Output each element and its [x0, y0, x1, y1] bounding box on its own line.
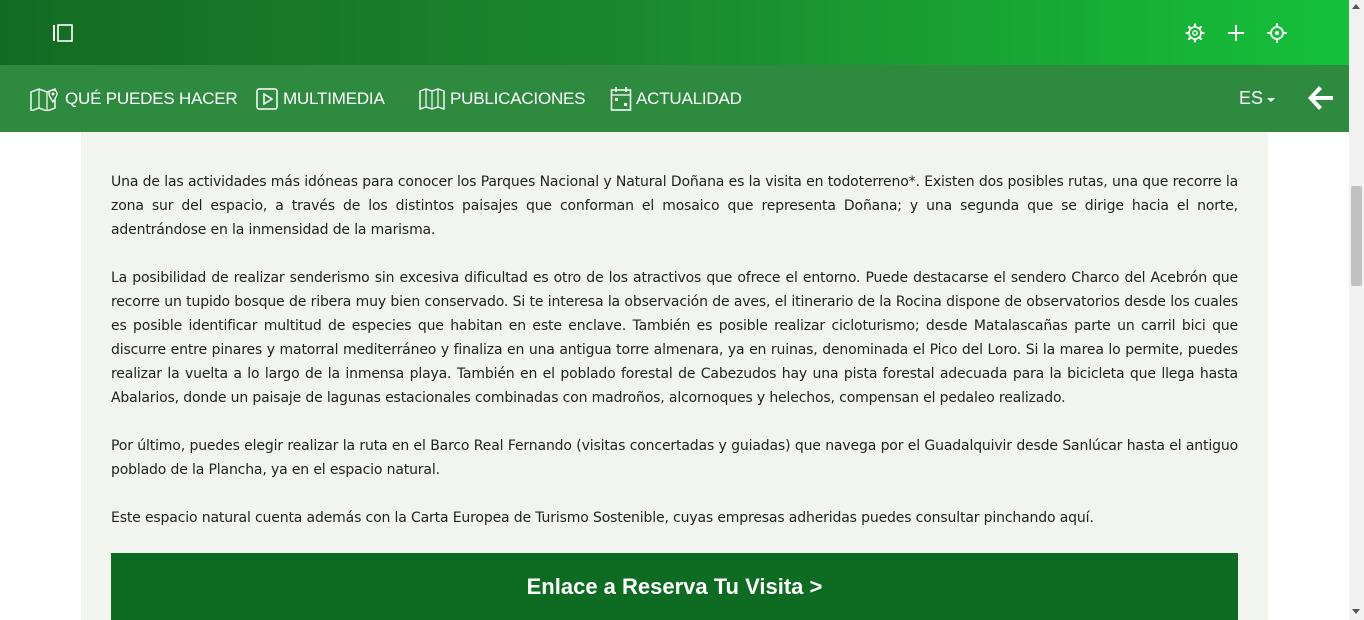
paragraph: La posibilidad de realizar senderismo si…: [111, 270, 1238, 406]
article-body: Una de las actividades más idóneas para …: [111, 170, 1238, 554]
main-navigation: QUÉ PUEDES HACER MULTIMEDIA PUBLICACIONE…: [0, 65, 1349, 132]
sidebar-toggle-icon[interactable]: [52, 22, 76, 44]
nav-label: ACTUALIDAD: [636, 88, 742, 108]
page-scrollbar[interactable]: [1349, 0, 1364, 620]
scroll-up-arrow-icon[interactable]: [1352, 4, 1360, 9]
top-bar: [0, 0, 1349, 65]
paragraph: Por último, puedes elegir realizar la ru…: [111, 438, 1238, 478]
scroll-thumb[interactable]: [1351, 186, 1362, 286]
paragraph: Este espacio natural cuenta además con l…: [111, 510, 1094, 526]
crosshair-icon[interactable]: [1266, 22, 1288, 44]
nav-item-que-puedes-hacer[interactable]: QUÉ PUEDES HACER: [29, 65, 238, 132]
language-label: ES: [1239, 88, 1264, 108]
map-icon: [30, 87, 58, 111]
plus-icon[interactable]: [1225, 22, 1247, 44]
nav-label: MULTIMEDIA: [283, 88, 385, 108]
paragraph: Una de las actividades más idóneas para …: [111, 174, 1238, 238]
book-icon: [419, 87, 445, 110]
nav-item-actualidad[interactable]: ACTUALIDAD: [610, 65, 742, 132]
scroll-down-arrow-icon[interactable]: [1352, 609, 1360, 614]
nav-label: QUÉ PUEDES HACER: [65, 88, 238, 108]
reserve-visit-button[interactable]: Enlace a Reserva Tu Visita >: [111, 553, 1238, 620]
nav-item-multimedia[interactable]: MULTIMEDIA: [255, 65, 385, 132]
caret-down-icon: [1267, 97, 1276, 102]
back-arrow-icon[interactable]: [1305, 83, 1335, 113]
reserve-visit-label: Enlace a Reserva Tu Visita >: [526, 573, 823, 599]
nav-label: PUBLICACIONES: [450, 88, 586, 108]
nav-item-publicaciones[interactable]: PUBLICACIONES: [418, 65, 586, 132]
main-content: Una de las actividades más idóneas para …: [81, 132, 1268, 620]
gear-icon[interactable]: [1184, 22, 1206, 44]
calendar-icon: [610, 86, 632, 111]
play-icon: [256, 87, 278, 110]
language-selector[interactable]: ES: [1239, 88, 1276, 109]
